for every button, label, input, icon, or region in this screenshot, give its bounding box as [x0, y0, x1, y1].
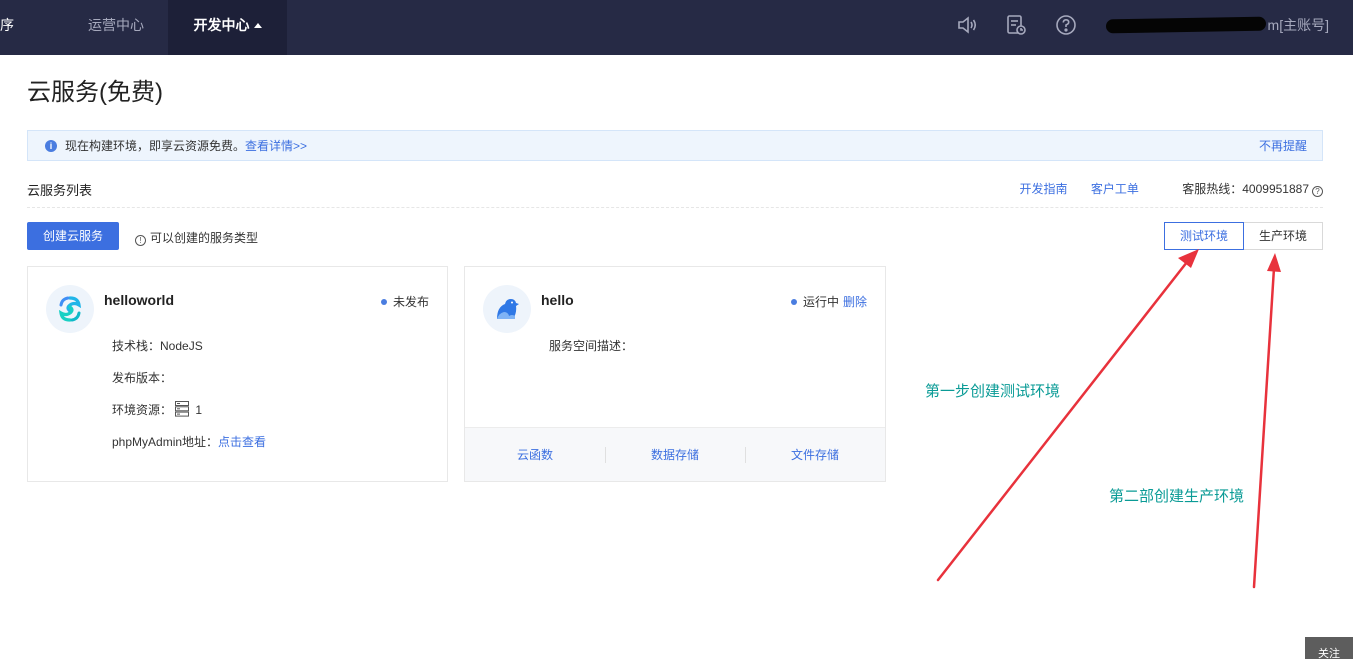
customer-ticket-link[interactable]: 客户工单: [1091, 182, 1139, 196]
notification-doc-icon[interactable]: [1005, 14, 1027, 36]
service-card-helloworld[interactable]: helloworld 未发布 技术栈：NodeJS 发布版本： 环境资源： 1 …: [27, 266, 448, 482]
account-role-label: m[主账号]: [1267, 17, 1329, 33]
service-types-hint[interactable]: ! 可以创建的服务类型: [135, 229, 258, 246]
tab-development-center[interactable]: 开发中心: [168, 0, 287, 55]
phpmyadmin-field: phpMyAdmin地址：点击查看: [112, 433, 266, 450]
red-arrow-prod-env: [1252, 253, 1281, 589]
top-nav: 序 运营中心 开发中心 m[主账号]: [0, 0, 1353, 55]
divider: [27, 207, 1323, 208]
redacted-account-name: [1105, 16, 1266, 34]
notice-details-link[interactable]: 查看详情>>: [245, 139, 307, 153]
cloud-function-link[interactable]: 云函数: [465, 428, 605, 482]
field-label: 环境资源：: [112, 403, 173, 417]
annotation-step2: 第二部创建生产环境: [1109, 488, 1245, 505]
info-icon: i: [45, 140, 57, 152]
dev-guide-link[interactable]: 开发指南: [1020, 182, 1068, 196]
status-label: 运行中: [802, 295, 839, 309]
help-icon[interactable]: [1055, 14, 1077, 36]
field-label: phpMyAdmin地址：: [112, 435, 219, 449]
delete-link[interactable]: 删除: [843, 295, 867, 309]
notice-message: 现在构建环境，即享云资源免费。查看详情>>: [65, 131, 307, 161]
swirl-logo-icon: [58, 296, 82, 322]
data-storage-link[interactable]: 数据存储: [605, 428, 745, 482]
field-label: 服务空间描述：: [549, 339, 634, 353]
notice-banner: i 现在构建环境，即享云资源免费。查看详情>> 不再提醒: [27, 130, 1323, 161]
release-version-field: 发布版本：: [112, 369, 172, 386]
env-resource-field: 环境资源： 1: [112, 401, 202, 418]
hotline-label: 客服热线：4009951887: [1182, 182, 1309, 196]
env-test-tab[interactable]: 测试环境: [1164, 222, 1244, 250]
bird-cloud-icon: [497, 299, 519, 319]
field-value: 1: [195, 403, 203, 417]
service-description-field: 服务空间描述：: [549, 337, 633, 354]
hotline-text: 客服热线：4009951887?: [1162, 182, 1323, 197]
create-cloud-service-button[interactable]: 创建云服务: [27, 222, 119, 250]
service-avatar: [46, 285, 94, 333]
status-badge: 未发布: [380, 293, 429, 310]
field-label: 技术栈：: [112, 339, 161, 353]
field-label: 发布版本：: [112, 371, 173, 385]
follow-button[interactable]: 关注: [1305, 637, 1353, 659]
red-arrow-test-env: [936, 249, 1199, 582]
service-card-hello[interactable]: hello 运行中 删除 服务空间描述： 云函数 数据存储 文件存储: [464, 266, 886, 482]
tech-stack-field: 技术栈：NodeJS: [112, 337, 203, 354]
phpmyadmin-view-link[interactable]: 点击查看: [218, 435, 266, 449]
field-value: NodeJS: [160, 339, 203, 353]
nav-left-cut-text[interactable]: 序: [0, 0, 14, 55]
volume-icon[interactable]: [956, 14, 978, 36]
caret-up-icon: [253, 23, 262, 28]
env-prod-tab[interactable]: 生产环境: [1244, 222, 1323, 250]
notice-dismiss-link[interactable]: 不再提醒: [1259, 131, 1307, 161]
annotation-step1: 第一步创建测试环境: [925, 383, 1061, 400]
file-storage-link[interactable]: 文件存储: [745, 428, 885, 482]
status-badge: 运行中 删除: [790, 293, 867, 310]
service-types-hint-label: 可以创建的服务类型: [150, 231, 259, 245]
tab-operations-center[interactable]: 运营中心: [64, 0, 168, 55]
service-name[interactable]: hello: [541, 292, 574, 308]
account-menu[interactable]: m[主账号]: [1105, 0, 1329, 55]
notice-text: 现在构建环境，即享云资源免费。: [65, 139, 246, 153]
header-links: 开发指南 客户工单 客服热线：4009951887?: [1000, 180, 1323, 197]
page-title: 云服务(免费): [27, 79, 163, 106]
status-label: 未发布: [392, 295, 429, 309]
status-dot: [790, 299, 797, 305]
service-name[interactable]: helloworld: [104, 292, 174, 308]
card-footer: 云函数 数据存储 文件存储: [465, 427, 885, 481]
status-dot: [380, 299, 387, 305]
tab-development-center-label: 开发中心: [193, 17, 250, 33]
info-circle-icon: !: [135, 235, 146, 246]
question-circle-icon[interactable]: ?: [1312, 186, 1323, 197]
service-avatar: [483, 285, 531, 333]
service-list-title: 云服务列表: [27, 183, 93, 198]
server-icon: [175, 401, 190, 417]
